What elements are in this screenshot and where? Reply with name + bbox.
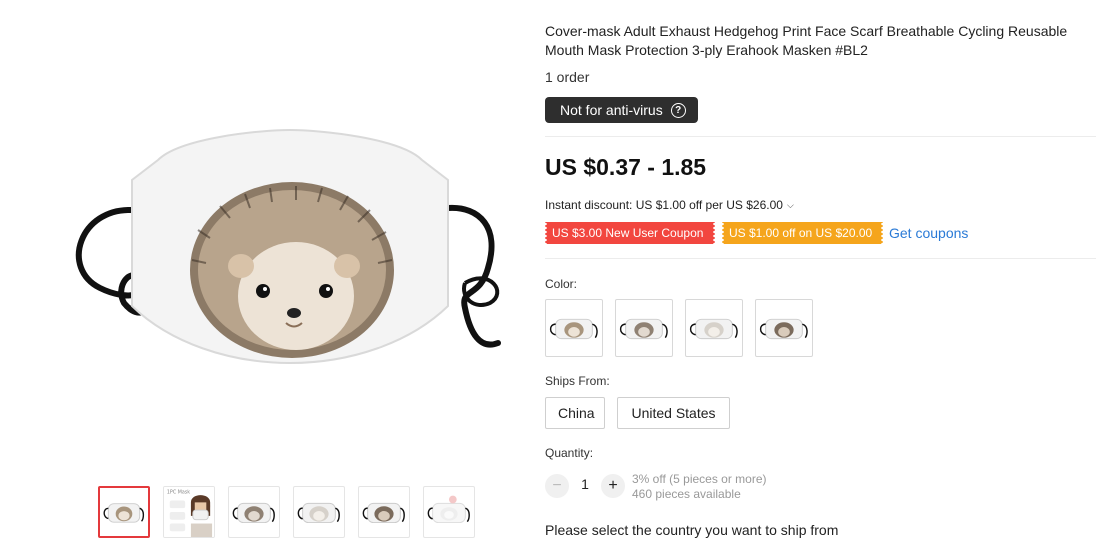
price-range: US $0.37 - 1.85	[545, 154, 707, 180]
quantity-label: Quantity:	[545, 446, 594, 460]
quantity-decrease-button[interactable]: −	[545, 474, 569, 498]
new-user-coupon[interactable]: US $3.00 New User Coupon	[544, 222, 716, 244]
chevron-down-icon: ⌵	[786, 199, 794, 210]
main-product-image[interactable]	[60, 118, 520, 378]
thumbnail-caption: 1PC Mask	[167, 490, 190, 496]
quantity-increase-button[interactable]: +	[601, 474, 625, 498]
badge-label: Not for anti-virus	[560, 102, 663, 118]
anti-virus-notice-badge[interactable]: Not for anti-virus ?	[545, 97, 698, 123]
color-label: Color:	[545, 277, 578, 291]
divider	[545, 136, 1096, 137]
stock-available: 460 pieces available	[632, 487, 741, 501]
color-swatch-2[interactable]	[615, 299, 673, 357]
question-circle-icon[interactable]: ?	[670, 102, 686, 118]
product-title: Cover-mask Adult Exhaust Hedgehog Print …	[545, 23, 1068, 58]
shipping-prompt: Please select the country you want to sh…	[545, 522, 839, 538]
thumbnail-6[interactable]	[423, 486, 475, 538]
thumbnail-1[interactable]	[98, 486, 150, 538]
instant-discount[interactable]: Instant discount: US $1.00 off per US $2…	[545, 198, 794, 212]
ships-from-label: Ships From:	[545, 374, 610, 388]
thumbnail-5[interactable]	[358, 486, 410, 538]
color-swatch-3[interactable]	[685, 299, 743, 357]
thumbnail-4[interactable]	[293, 486, 345, 538]
thumbnail-3[interactable]	[228, 486, 280, 538]
store-coupon[interactable]: US $1.00 off on US $20.00	[721, 222, 884, 244]
ship-from-united-states[interactable]: United States	[617, 397, 730, 429]
color-swatch-1[interactable]	[545, 299, 603, 357]
instant-discount-text: Instant discount: US $1.00 off per US $2…	[545, 198, 783, 212]
bulk-discount-note: 3% off (5 pieces or more)	[632, 472, 767, 486]
ship-from-china[interactable]: China	[545, 397, 605, 429]
get-coupons-link[interactable]: Get coupons	[889, 225, 968, 241]
order-count: 1 order	[545, 69, 590, 85]
quantity-input[interactable]: 1	[573, 476, 597, 492]
thumbnail-2[interactable]: 1PC Mask	[163, 486, 215, 538]
divider	[545, 258, 1096, 259]
color-swatch-4[interactable]	[755, 299, 813, 357]
